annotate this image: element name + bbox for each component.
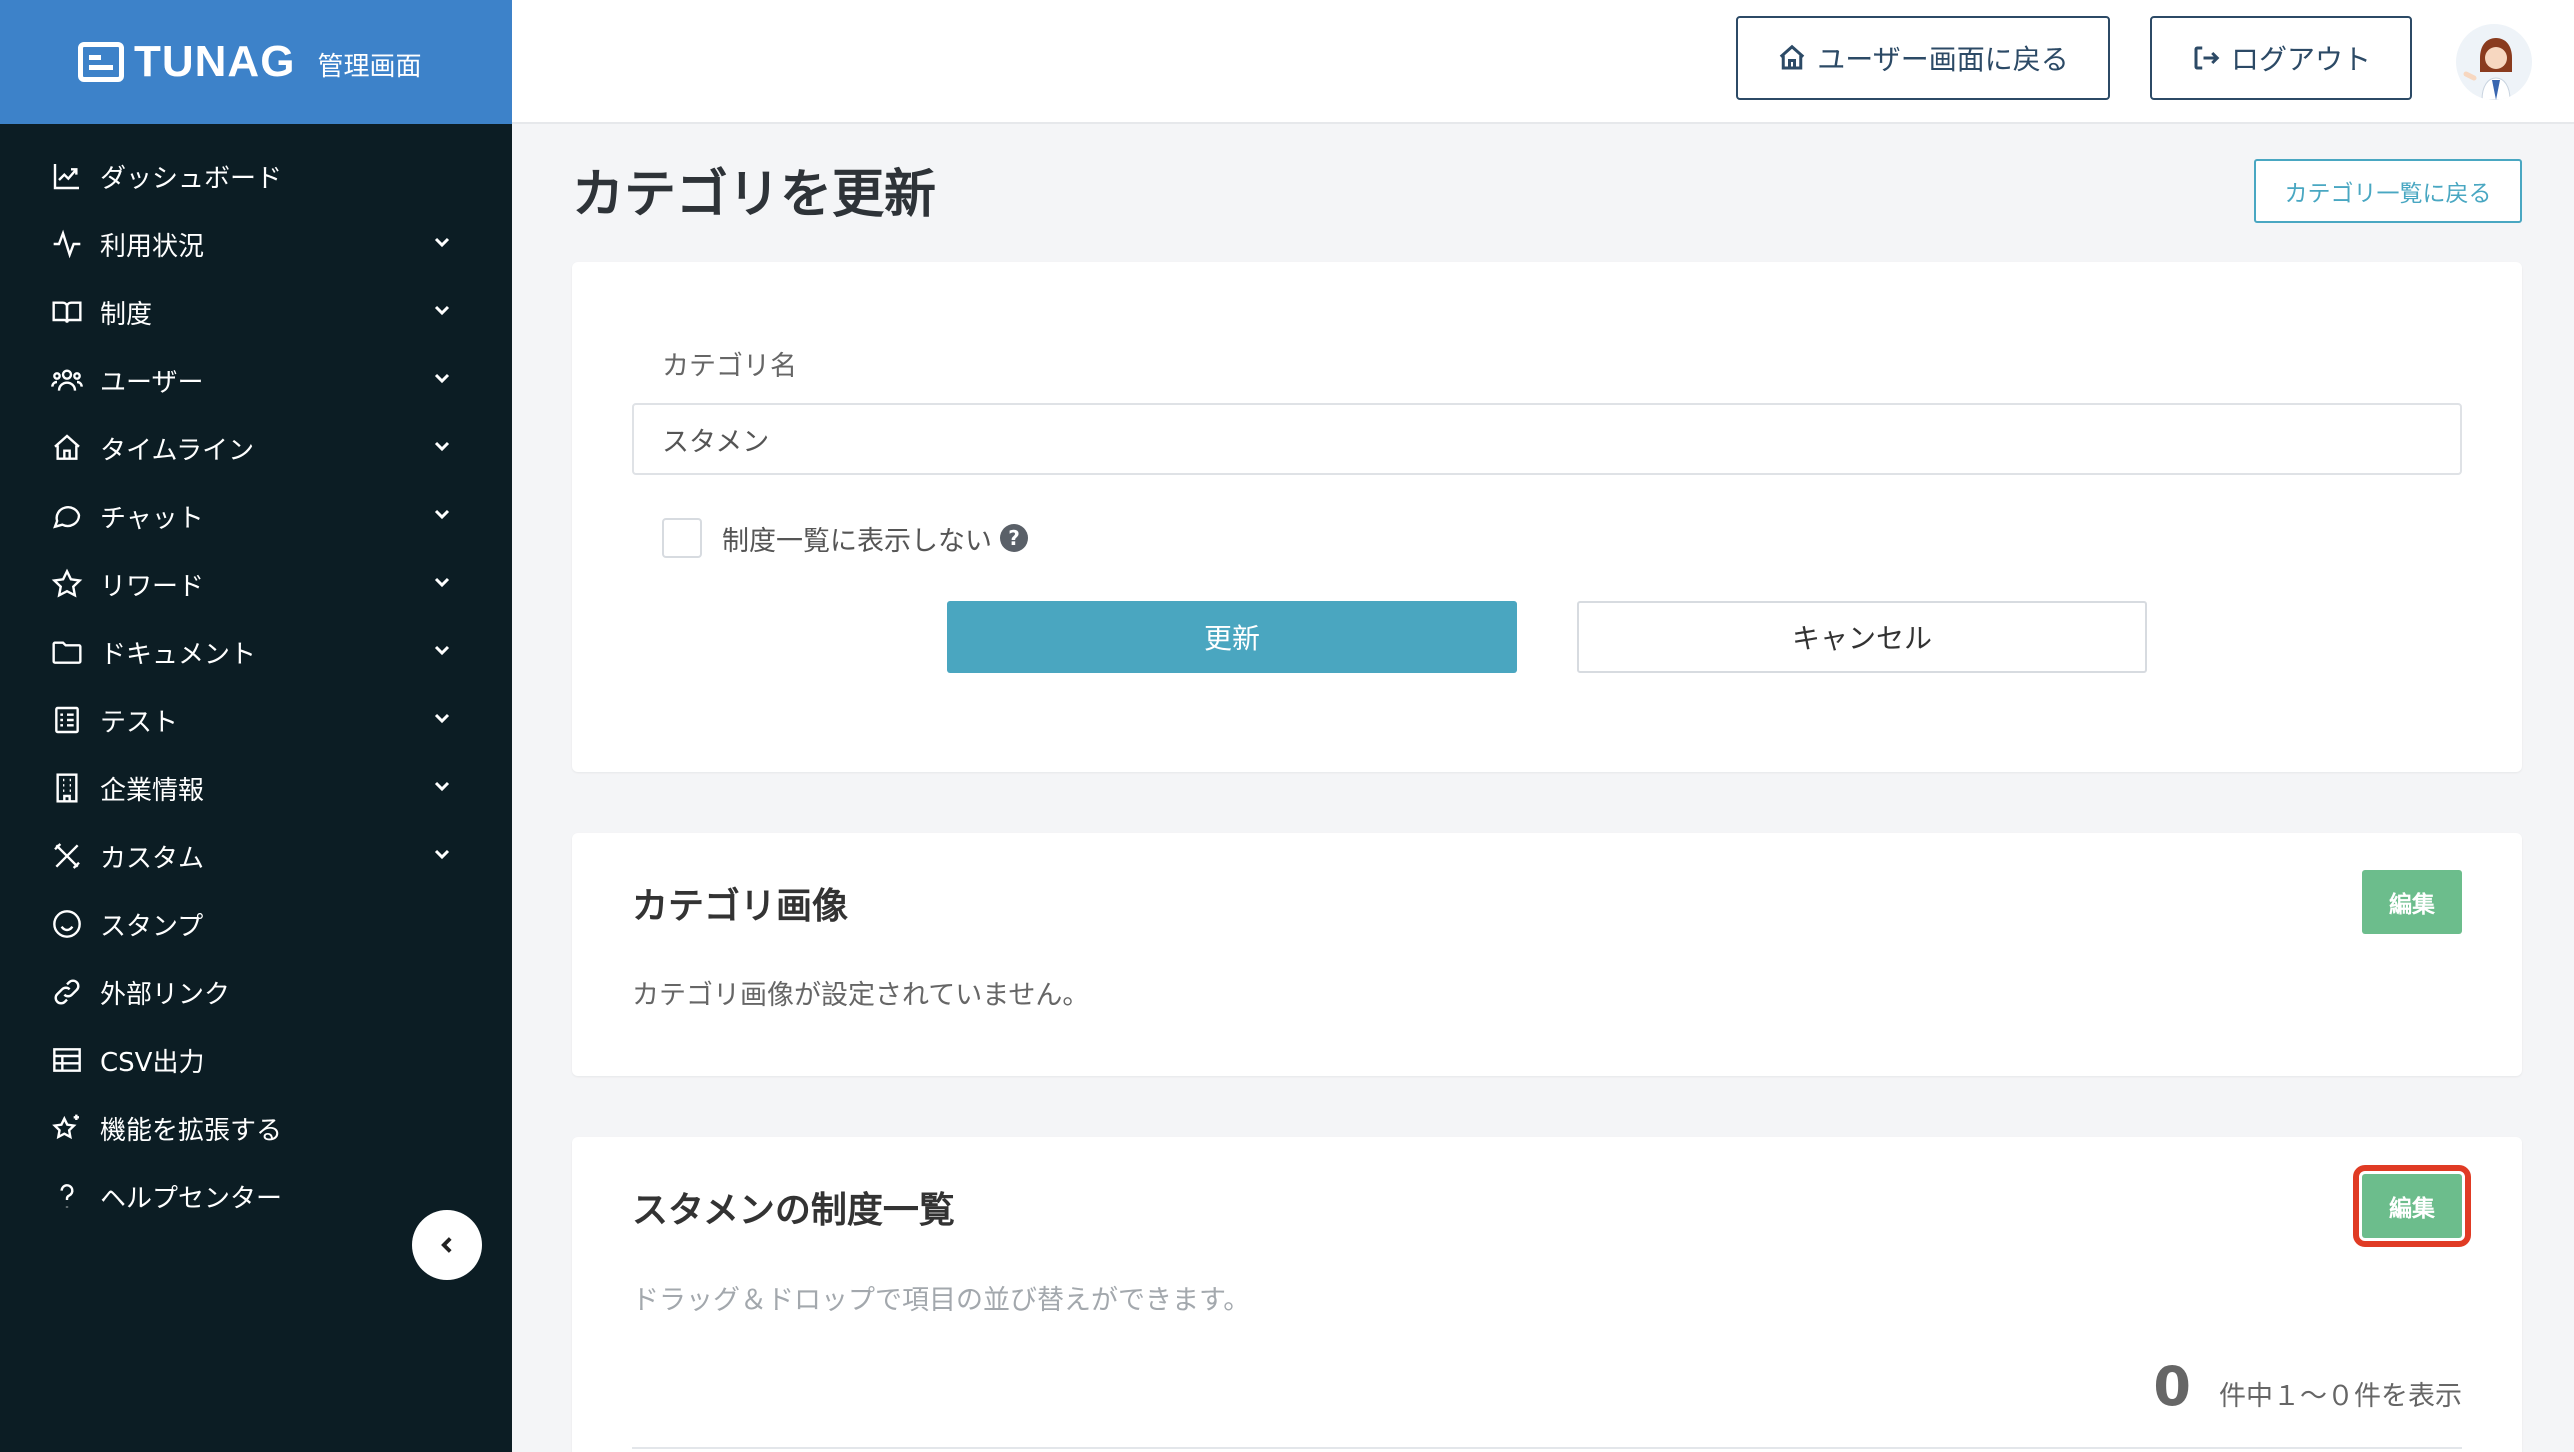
category-image-card: カテゴリ画像 編集 カテゴリ画像が設定されていません。 xyxy=(572,833,2522,1076)
chevron-down-icon xyxy=(430,298,454,326)
chevron-down-icon xyxy=(430,638,454,666)
home-icon xyxy=(1780,44,1805,70)
sidebar-item-rewards[interactable]: リワード xyxy=(0,550,512,618)
sidebar-item-label: 制度 xyxy=(100,299,153,330)
sidebar: TUNAG 管理画面 ダッシュボード 利用状況 制度 ユーザー タイムライン チ… xyxy=(0,0,512,1452)
top-header: ユーザー画面に戻る ログアウト xyxy=(512,0,2574,124)
link-icon xyxy=(50,975,84,1009)
chevron-down-icon xyxy=(430,366,454,394)
tunag-logo-icon xyxy=(78,42,124,82)
category-name-input[interactable] xyxy=(632,403,2462,475)
chart-line-icon xyxy=(50,159,84,193)
book-icon xyxy=(50,295,84,329)
sidebar-item-extend-features[interactable]: 機能を拡張する xyxy=(0,1094,512,1162)
chevron-down-icon xyxy=(430,434,454,462)
sidebar-item-dashboard[interactable]: ダッシュボード xyxy=(0,142,512,210)
chevron-down-icon xyxy=(430,706,454,734)
update-button[interactable]: 更新 xyxy=(947,601,1517,673)
edit-systems-button[interactable]: 編集 xyxy=(2353,1165,2471,1247)
category-form-card: カテゴリ名 制度一覧に表示しない ? 更新 キャンセル xyxy=(572,262,2522,772)
sidebar-item-label: テスト xyxy=(100,707,179,738)
help-circle-icon[interactable]: ? xyxy=(1000,524,1028,552)
sidebar-item-company[interactable]: 企業情報 xyxy=(0,754,512,822)
logo-subtitle: 管理画面 xyxy=(317,51,422,82)
sidebar-item-csv-export[interactable]: CSV出力 xyxy=(0,1026,512,1094)
logout-button[interactable]: ログアウト xyxy=(2150,16,2412,100)
category-image-title: カテゴリ画像 xyxy=(632,886,849,927)
logout-icon xyxy=(2194,46,2220,70)
sidebar-item-label: ヘルプセンター xyxy=(100,1183,283,1214)
chevron-down-icon xyxy=(430,570,454,598)
cancel-button[interactable]: キャンセル xyxy=(1577,601,2147,673)
chevron-down-icon xyxy=(430,842,454,870)
back-to-category-list-button[interactable]: カテゴリ一覧に戻る xyxy=(2254,159,2522,223)
sidebar-item-chat[interactable]: チャット xyxy=(0,482,512,550)
chevron-down-icon xyxy=(430,502,454,530)
sidebar-item-timeline[interactable]: タイムライン xyxy=(0,414,512,482)
star-icon xyxy=(50,567,84,601)
sidebar-item-label: ダッシュボード xyxy=(100,163,283,194)
sidebar-item-documents[interactable]: ドキュメント xyxy=(0,618,512,686)
drag-drop-hint: ドラッグ＆ドロップで項目の並び替えができます。 xyxy=(632,1285,1251,1316)
users-icon xyxy=(50,363,84,397)
sidebar-item-usage[interactable]: 利用状況 xyxy=(0,210,512,278)
avatar-illustration-icon xyxy=(2463,38,2512,100)
chat-bubble-icon xyxy=(50,499,84,533)
no-image-message: カテゴリ画像が設定されていません。 xyxy=(632,980,1090,1011)
building-icon xyxy=(50,771,84,805)
result-count-text: 件中１〜０件を表示 xyxy=(2219,1381,2462,1412)
sidebar-item-external-links[interactable]: 外部リンク xyxy=(0,958,512,1026)
result-count-number: 0 xyxy=(2153,1355,2191,1418)
user-screen-button[interactable]: ユーザー画面に戻る xyxy=(1736,16,2110,100)
chevron-down-icon xyxy=(430,230,454,258)
systems-list-title: スタメンの制度一覧 xyxy=(632,1190,955,1231)
sidebar-nav: ダッシュボード 利用状況 制度 ユーザー タイムライン チャット リワード ドキ… xyxy=(0,124,512,1230)
logo-bar[interactable]: TUNAG 管理画面 xyxy=(0,0,512,124)
chevron-down-icon xyxy=(430,774,454,802)
sidebar-item-custom[interactable]: カスタム xyxy=(0,822,512,890)
chevron-left-icon xyxy=(434,1232,460,1258)
sidebar-item-label: 利用状況 xyxy=(100,231,205,262)
home-icon xyxy=(50,431,84,465)
sidebar-item-label: ドキュメント xyxy=(100,639,257,670)
logo-text: TUNAG xyxy=(134,37,296,86)
logout-label: ログアウト xyxy=(2230,43,2371,76)
sparkle-star-icon xyxy=(50,1111,84,1145)
sidebar-item-label: ユーザー xyxy=(100,367,204,398)
hide-from-list-checkbox[interactable] xyxy=(662,518,702,558)
result-count: 0 件中１〜０件を表示 xyxy=(2153,1355,2462,1418)
sidebar-item-systems[interactable]: 制度 xyxy=(0,278,512,346)
sidebar-item-label: CSV出力 xyxy=(100,1047,205,1078)
sidebar-item-label: 機能を拡張する xyxy=(100,1115,283,1146)
sidebar-item-label: カスタム xyxy=(100,843,205,874)
table-divider xyxy=(632,1447,2462,1449)
sidebar-item-label: スタンプ xyxy=(100,911,204,942)
hide-from-list-row: 制度一覧に表示しない ? xyxy=(662,518,1028,558)
sidebar-item-label: 企業情報 xyxy=(100,775,205,806)
user-screen-label: ユーザー画面に戻る xyxy=(1817,43,2069,76)
table-icon xyxy=(50,1043,84,1077)
tools-icon xyxy=(50,839,84,873)
sidebar-collapse-button[interactable] xyxy=(412,1210,482,1280)
sidebar-item-tests[interactable]: テスト xyxy=(0,686,512,754)
category-name-label: カテゴリ名 xyxy=(662,351,797,382)
folder-icon xyxy=(50,635,84,669)
hide-from-list-label: 制度一覧に表示しない xyxy=(722,525,992,557)
smiley-icon xyxy=(50,907,84,941)
activity-icon xyxy=(50,227,84,261)
page-title: カテゴリを更新 xyxy=(572,165,937,225)
sidebar-item-label: リワード xyxy=(100,571,205,602)
sidebar-item-users[interactable]: ユーザー xyxy=(0,346,512,414)
sidebar-item-label: チャット xyxy=(100,503,204,534)
avatar[interactable] xyxy=(2456,24,2532,100)
question-icon xyxy=(50,1179,84,1213)
sidebar-item-label: 外部リンク xyxy=(100,979,231,1010)
sidebar-item-stamps[interactable]: スタンプ xyxy=(0,890,512,958)
sidebar-item-label: タイムライン xyxy=(100,435,255,466)
category-systems-card: スタメンの制度一覧 編集 ドラッグ＆ドロップで項目の並び替えができます。 0 件… xyxy=(572,1137,2522,1452)
checklist-icon xyxy=(50,703,84,737)
edit-image-button[interactable]: 編集 xyxy=(2362,870,2462,934)
